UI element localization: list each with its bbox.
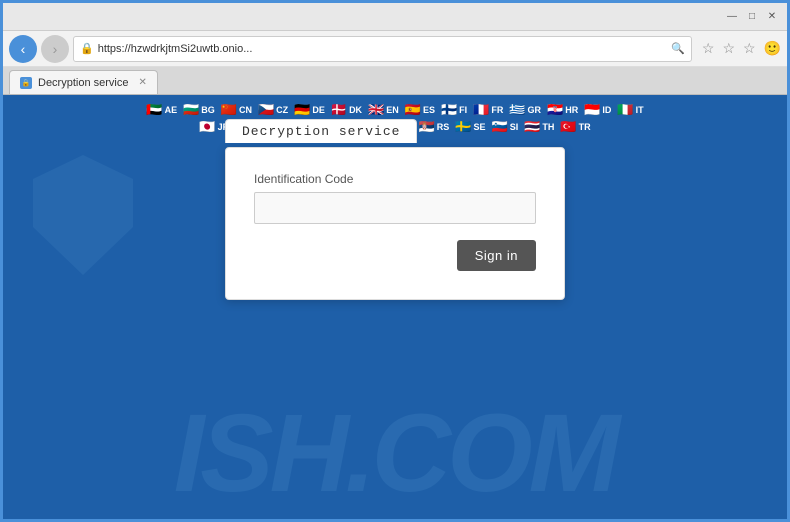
flag-item-se[interactable]: 🇸🇪SE — [455, 120, 485, 133]
flag-emoji: 🇩🇪 — [294, 103, 310, 116]
login-card: Identification Code Sign in — [225, 147, 565, 300]
flag-item-tr[interactable]: 🇹🇷TR — [560, 120, 590, 133]
flag-code: TR — [579, 122, 591, 132]
flag-emoji: 🇨🇳 — [221, 103, 237, 116]
tab-label: Decryption service — [38, 77, 128, 89]
flag-item-dk[interactable]: 🇩🇰DK — [331, 103, 362, 116]
flag-emoji: 🇯🇵 — [199, 120, 215, 133]
flag-item-bg[interactable]: 🇧🇬BG — [183, 103, 215, 116]
flag-code: ES — [423, 105, 435, 115]
flag-item-fi[interactable]: 🇫🇮FI — [441, 103, 467, 116]
minimize-button[interactable]: — — [725, 10, 739, 24]
flag-code: CZ — [276, 105, 288, 115]
flag-code: GR — [528, 105, 542, 115]
flag-code: AE — [165, 105, 178, 115]
flags-row-1: 🇦🇪AE🇧🇬BG🇨🇳CN🇨🇿CZ🇩🇪DE🇩🇰DK🇬🇧EN🇪🇸ES🇫🇮FI🇫🇷FR… — [146, 103, 643, 116]
active-tab[interactable]: 🔒 Decryption service ✕ — [9, 70, 158, 94]
nav-icons: ☆ ☆ ☆ 🙂 — [702, 40, 781, 57]
flag-code: TH — [542, 122, 554, 132]
flag-item-ae[interactable]: 🇦🇪AE — [146, 103, 177, 116]
star3-icon[interactable]: ☆ — [743, 40, 756, 57]
flag-item-hr[interactable]: 🇭🇷HR — [547, 103, 578, 116]
nav-bar: ‹ › 🔒 https://hzwdrkjtmSi2uwtb.onio... 🔍… — [3, 31, 787, 67]
star-icon[interactable]: ☆ — [702, 40, 715, 57]
maximize-button[interactable]: □ — [745, 10, 759, 24]
flag-item-cz[interactable]: 🇨🇿CZ — [258, 103, 288, 116]
shield-watermark — [33, 155, 133, 275]
flag-emoji: 🇬🇧 — [368, 103, 384, 116]
forward-button[interactable]: › — [41, 35, 69, 63]
flag-code: CN — [239, 105, 252, 115]
flag-emoji: 🇨🇿 — [258, 103, 274, 116]
flag-item-fr[interactable]: 🇫🇷FR — [473, 103, 503, 116]
flag-code: DK — [349, 105, 362, 115]
flag-emoji: 🇧🇬 — [183, 103, 199, 116]
flag-code: FI — [459, 105, 467, 115]
tab-close-button[interactable]: ✕ — [138, 77, 146, 88]
flag-emoji: 🇮🇩 — [584, 103, 600, 116]
login-card-wrapper: Decryption service Identification Code S… — [225, 147, 565, 300]
star2-icon[interactable]: ☆ — [722, 40, 735, 57]
watermark: ISH.COM — [3, 399, 787, 509]
title-bar-buttons: — □ ✕ — [725, 10, 779, 24]
flag-emoji: 🇩🇰 — [331, 103, 347, 116]
flag-item-de[interactable]: 🇩🇪DE — [294, 103, 325, 116]
flag-item-id[interactable]: 🇮🇩ID — [584, 103, 611, 116]
flag-code: EN — [386, 105, 399, 115]
tab-favicon: 🔒 — [20, 77, 32, 89]
flag-item-si[interactable]: 🇸🇮SI — [492, 120, 519, 133]
flag-emoji: 🇬🇷 — [509, 103, 525, 116]
flag-code: DE — [312, 105, 325, 115]
flag-emoji: 🇭🇷 — [547, 103, 563, 116]
flag-code: IT — [636, 105, 644, 115]
back-button[interactable]: ‹ — [9, 35, 37, 63]
close-button[interactable]: ✕ — [765, 10, 779, 24]
flag-emoji: 🇦🇪 — [146, 103, 162, 116]
signin-button[interactable]: Sign in — [457, 240, 536, 271]
page-content: 🇦🇪AE🇧🇬BG🇨🇳CN🇨🇿CZ🇩🇪DE🇩🇰DK🇬🇧EN🇪🇸ES🇫🇮FI🇫🇷FR… — [3, 95, 787, 519]
identification-code-input[interactable] — [254, 192, 536, 224]
tab-bar: 🔒 Decryption service ✕ — [3, 67, 787, 95]
url-text: https://hzwdrkjtmSi2uwtb.onio... — [98, 43, 667, 55]
flag-emoji: 🇹🇭 — [524, 120, 540, 133]
flag-item-it[interactable]: 🇮🇹IT — [617, 103, 643, 116]
flag-emoji: 🇷🇸 — [419, 120, 435, 133]
lock-icon: 🔒 — [80, 42, 94, 55]
flag-item-th[interactable]: 🇹🇭TH — [524, 120, 554, 133]
smiley-icon[interactable]: 🙂 — [764, 40, 781, 57]
flag-code: RS — [437, 122, 450, 132]
flag-emoji: 🇮🇹 — [617, 103, 633, 116]
flag-emoji: 🇹🇷 — [560, 120, 576, 133]
flag-item-cn[interactable]: 🇨🇳CN — [221, 103, 252, 116]
flag-code: BG — [201, 105, 215, 115]
watermark-text: ISH.COM — [174, 399, 617, 509]
browser-frame: — □ ✕ ‹ › 🔒 https://hzwdrkjtmSi2uwtb.oni… — [0, 0, 790, 522]
title-bar: — □ ✕ — [3, 3, 787, 31]
flag-code: FR — [491, 105, 503, 115]
flag-emoji: 🇫🇷 — [473, 103, 489, 116]
flag-item-rs[interactable]: 🇷🇸RS — [419, 120, 450, 133]
flag-item-es[interactable]: 🇪🇸ES — [405, 103, 435, 116]
field-label: Identification Code — [254, 172, 536, 186]
flag-code: SI — [510, 122, 519, 132]
flag-emoji: 🇫🇮 — [441, 103, 457, 116]
flag-code: ID — [602, 105, 611, 115]
flag-item-gr[interactable]: 🇬🇷GR — [509, 103, 541, 116]
flag-emoji: 🇸🇮 — [492, 120, 508, 133]
flag-code: HR — [565, 105, 578, 115]
flag-item-en[interactable]: 🇬🇧EN — [368, 103, 399, 116]
card-tab-label: Decryption service — [225, 119, 417, 143]
address-bar[interactable]: 🔒 https://hzwdrkjtmSi2uwtb.onio... 🔍 — [73, 36, 692, 62]
flag-code: SE — [473, 122, 485, 132]
flag-emoji: 🇪🇸 — [405, 103, 421, 116]
search-icon: 🔍 — [671, 42, 685, 55]
flag-emoji: 🇸🇪 — [455, 120, 471, 133]
